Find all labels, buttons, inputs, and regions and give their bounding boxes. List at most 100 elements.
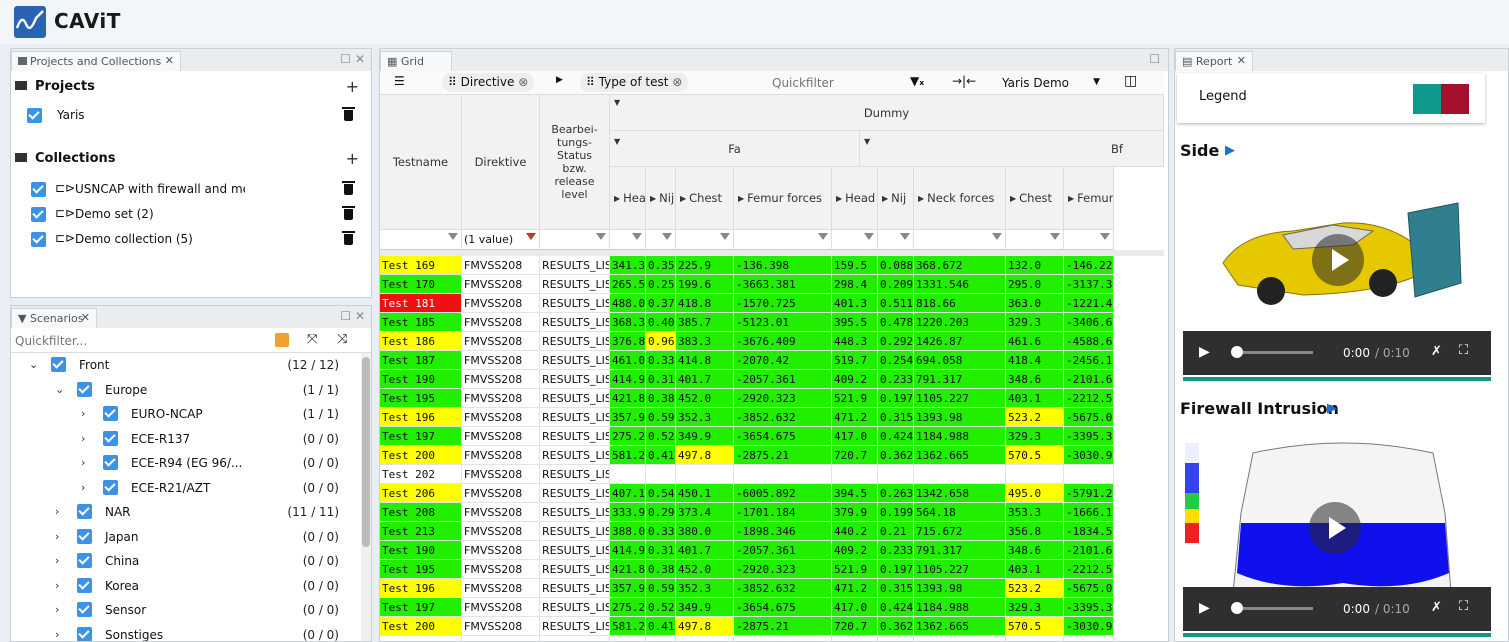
group-header-bf[interactable]: ▼ Bf [860,131,1164,167]
scenario-checkbox[interactable] [77,626,92,641]
filter-cell[interactable] [676,230,734,250]
filter-icon[interactable] [448,233,458,240]
table-row[interactable]: Test 195FMVSS208RESULTS_LIS421.80.387452… [380,560,1164,579]
filter-cell[interactable] [540,230,610,250]
filter-icon[interactable] [596,233,606,240]
filter-icon[interactable] [992,233,1002,240]
tab-report[interactable]: ▤ Report ✕ [1175,51,1253,71]
play-section-icon[interactable]: ▶ [1225,143,1235,158]
table-row[interactable]: Test 181FMVSS208RESULTS_LIS488.00.374418… [380,294,1164,313]
chevron-right-icon[interactable]: › [55,628,59,641]
chevron-right-icon[interactable]: › [55,603,59,616]
table-row[interactable]: Test 186FMVSS208RESULTS_LIS376.80.965383… [380,332,1164,351]
filter-cell[interactable] [832,230,878,250]
col-header-metric[interactable]: ▶ Chest [1006,167,1064,230]
mute-icon[interactable]: ✗ [1431,600,1442,615]
col-header-metric[interactable]: ▶ Neck forces [914,167,1006,230]
scenario-checkbox[interactable] [77,504,92,519]
scenario-checkbox[interactable] [77,602,92,617]
scenario-item[interactable]: › ECE-R21/AZT (0 / 0) [11,476,361,500]
grid-quickfilter-input[interactable] [772,73,900,93]
col-header-metric[interactable]: ▶ Chest [676,167,734,230]
filter-cell[interactable] [734,230,832,250]
close-icon[interactable]: ✕ [165,54,174,67]
scenario-item[interactable]: › EURO-NCAP (1 / 1) [11,402,361,426]
scenario-item[interactable]: › Sonstiges (0 / 0) [11,623,361,641]
col-header-testname[interactable]: Testname [380,95,462,230]
close-icon[interactable]: ✕ [1237,54,1246,67]
chevron-right-icon[interactable]: › [55,530,59,543]
scenario-item[interactable]: › NAR (11 / 11) [11,500,361,524]
collection-item[interactable]: ⊏⊳ Demo set (2) [11,202,371,226]
column-tree-icon[interactable]: ☰ [394,74,405,88]
clear-filter-icon[interactable]: ▼ₓ [910,74,924,88]
trash-icon[interactable] [342,231,355,245]
table-row[interactable]: Test 213FMVSS208RESULTS_LIS388.00.338380… [380,522,1164,541]
add-project-icon[interactable]: + [346,77,359,96]
scenario-item[interactable]: › ECE-R137 (0 / 0) [11,427,361,451]
filter-cell[interactable] [878,230,914,250]
scenario-item[interactable]: › Japan (0 / 0) [11,525,361,549]
table-row[interactable]: Test 202FMVSS208RESULTS_LIS [380,465,1164,484]
close-panel-icon[interactable]: ✕ [355,52,365,66]
fullscreen-icon[interactable]: ⛶ [1459,343,1468,358]
filter-icon[interactable] [1100,233,1110,240]
play-icon[interactable]: ▶ [1199,600,1210,616]
table-row[interactable]: Test 196FMVSS208RESULTS_LIS357.90.594352… [380,408,1164,427]
table-row[interactable]: Test 206FMVSS208RESULTS_LIS407.10.544450… [380,484,1164,503]
trash-icon[interactable] [342,206,355,220]
col-header-metric[interactable]: ▶ Nij [878,167,914,230]
add-collection-icon[interactable]: + [346,149,359,168]
collection-checkbox[interactable] [31,232,46,247]
tab-projects[interactable]: Projects and Collections ✕ [11,51,181,71]
scenario-item[interactable]: ⌄ Front (12 / 12) [11,353,361,377]
collection-checkbox[interactable] [31,207,46,222]
maximize-icon[interactable]: ☐ [1149,52,1160,66]
filter-icon[interactable] [864,233,874,240]
table-row[interactable]: Test 187FMVSS208RESULTS_LIS461.00.336414… [380,351,1164,370]
table-row[interactable]: Test 185FMVSS208RESULTS_LIS368.30.404385… [380,313,1164,332]
table-row[interactable]: Test 169FMVSS208RESULTS_LIS341.30.358225… [380,256,1164,275]
filter-icon[interactable] [900,233,910,240]
scenario-item[interactable]: ⌄ Europe (1 / 1) [11,378,361,402]
scenario-checkbox[interactable] [103,430,118,446]
preset-select[interactable]: Yaris Demo ▼ [994,73,1104,93]
col-header-metric[interactable]: ▶Head [832,167,878,230]
columns-panel-icon[interactable]: ◫ [1124,73,1137,89]
chevron-down-icon[interactable]: ⌄ [55,383,64,396]
table-row[interactable]: Test 197FMVSS208RESULTS_LIS275.20.527349… [380,598,1164,617]
remove-chip-icon[interactable]: ⊗ [518,75,528,89]
group-header-dummy[interactable]: ▼ Dummy [610,95,1164,131]
seek-bar[interactable] [1233,351,1313,354]
table-row[interactable]: Test 190FMVSS208RESULTS_LIS414.90.313401… [380,541,1164,560]
scenario-checkbox[interactable] [77,553,92,568]
trash-icon[interactable] [342,181,355,195]
group-header-fa[interactable]: ▼ Fa [610,131,860,167]
play-section-icon[interactable]: ▶ [1327,401,1337,416]
play-icon[interactable]: ▶ [1199,344,1210,360]
scenario-item[interactable]: › ECE-R94 (EG 96/... (0 / 0) [11,451,361,475]
scenario-checkbox[interactable] [77,577,92,593]
tab-scenarios[interactable]: ▼ Scenarios ✕ [11,308,97,328]
chevron-right-icon[interactable]: › [81,407,85,420]
filter-cell[interactable] [380,230,462,250]
col-header-metric[interactable]: ▶Head [610,167,646,230]
close-panel-icon[interactable]: ✕ [355,309,365,323]
chevron-right-icon[interactable]: › [55,554,59,567]
collapse-all-icon[interactable] [275,333,289,347]
video-controls[interactable]: ▶ 0:00 / 0:10 ✗ ⛶ [1183,587,1491,631]
table-row[interactable]: Test 208FMVSS208RESULTS_LIS333.90.299373… [380,503,1164,522]
filter-icon[interactable] [818,233,828,240]
filter-icon[interactable] [720,233,730,240]
group-chip[interactable]: ⠿ Type of test ⊗ [580,73,689,92]
table-row[interactable]: Test 196FMVSS208RESULTS_LIS357.90.594352… [380,579,1164,598]
close-icon[interactable]: ✕ [81,311,90,324]
chevron-right-icon[interactable]: › [55,505,59,518]
legend-box[interactable]: Legend [1177,73,1485,123]
seek-bar[interactable] [1233,607,1313,610]
trash-icon[interactable] [342,107,355,121]
scenario-item[interactable]: › Korea (0 / 0) [11,574,361,598]
maximize-icon[interactable]: ☐ [340,309,351,323]
chevron-right-icon[interactable]: › [81,456,85,469]
table-row[interactable]: Test 197FMVSS208RESULTS_LIS275.20.527349… [380,427,1164,446]
